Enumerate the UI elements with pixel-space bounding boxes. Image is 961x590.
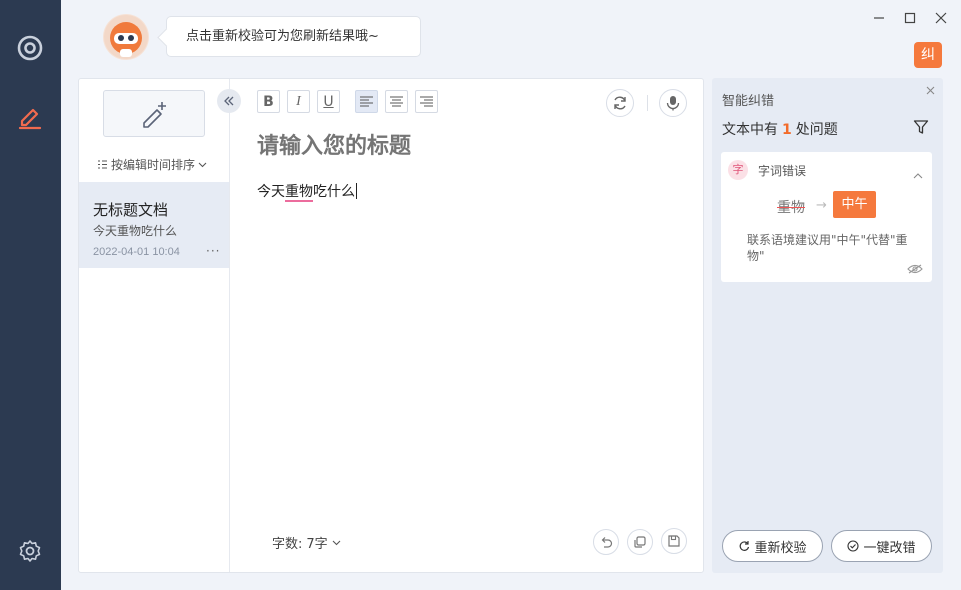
hide-icon[interactable] [907, 259, 923, 278]
refresh-icon [614, 96, 626, 110]
double-chevron-left-icon [224, 96, 234, 106]
undo-icon [601, 537, 613, 548]
body-text-after: 吃什么 [313, 184, 355, 200]
new-doc-button[interactable] [103, 90, 205, 137]
issue-count: 文本中有 1 处问题 [722, 119, 838, 139]
more-icon[interactable]: ··· [206, 244, 220, 258]
italic-button[interactable]: I [287, 90, 310, 113]
avatar[interactable] [103, 14, 149, 60]
editor-card: 按编辑时间排序 无标题文档 今天重物吃什么 2022-04-01 10:04 ·… [78, 78, 704, 573]
body-text-before: 今天 [257, 184, 285, 200]
toolbar-divider [647, 95, 648, 111]
suggestion-button[interactable]: 中午 [833, 191, 876, 218]
doc-snippet: 今天重物吃什么 [93, 224, 178, 238]
header: 点击重新校验可为您刷新结果哦~ 纠 [61, 0, 961, 78]
left-rail [0, 0, 61, 590]
refresh-button[interactable] [606, 89, 634, 117]
count-prefix: 文本中有 [722, 122, 778, 138]
error-explanation: 联系语境建议用"中午"代替"重物" [747, 233, 908, 263]
filter-icon[interactable] [913, 119, 931, 137]
recheck-label: 重新校验 [754, 540, 807, 556]
pen-icon[interactable] [14, 101, 46, 133]
align-right-button[interactable] [415, 90, 438, 113]
doc-time: 2022-04-01 10:04 [93, 246, 180, 258]
arrow-icon: → [816, 198, 827, 213]
target-icon[interactable] [14, 32, 46, 64]
close-icon[interactable] [932, 9, 950, 27]
count-number: 1 [782, 122, 792, 138]
text-caret [356, 183, 357, 199]
tip-bubble: 点击重新校验可为您刷新结果哦~ [166, 16, 421, 57]
error-type: 字词错误 [758, 164, 807, 178]
editor-body[interactable]: 今天重物吃什么 [257, 181, 357, 201]
count-suffix: 处问题 [795, 122, 838, 138]
list-item[interactable]: 无标题文档 今天重物吃什么 2022-04-01 10:04 ··· [79, 182, 229, 268]
sort-icon [98, 160, 107, 169]
undo-button[interactable] [593, 529, 619, 555]
copy-button[interactable] [627, 529, 653, 555]
align-right-icon [420, 96, 433, 107]
align-center-button[interactable] [385, 90, 408, 113]
original-word: 重物 [777, 200, 805, 216]
doc-title: 无标题文档 [93, 201, 169, 219]
align-left-icon [360, 96, 373, 107]
wordcount-label: 字数: [272, 537, 303, 552]
voice-button[interactable] [659, 89, 687, 117]
doc-list: 按编辑时间排序 无标题文档 今天重物吃什么 2022-04-01 10:04 ·… [79, 79, 230, 572]
gear-icon[interactable] [14, 535, 46, 567]
error-word[interactable]: 重物 [285, 184, 313, 200]
maximize-icon[interactable] [901, 9, 919, 27]
align-left-button[interactable] [355, 90, 378, 113]
underline-button[interactable]: U [317, 90, 340, 113]
fix-all-button[interactable]: 一键改错 [831, 530, 932, 562]
recheck-button[interactable]: 重新校验 [722, 530, 823, 562]
wordcount-value: 7字 [306, 537, 328, 552]
new-doc-icon [143, 101, 166, 128]
correction-panel: 智能纠错 文本中有 1 处问题 字 字词错误 重物 → 中午 联系语境建议用"中午"… [712, 78, 943, 573]
bold-button[interactable]: B [257, 90, 280, 113]
panel-title: 智能纠错 [722, 94, 775, 109]
copy-icon [634, 536, 646, 548]
title-input[interactable] [257, 133, 657, 159]
collapse-button[interactable] [217, 89, 241, 113]
save-button[interactable] [661, 528, 687, 554]
microphone-icon [666, 96, 680, 111]
panel-close-icon[interactable] [923, 83, 937, 97]
correction-badge[interactable]: 纠 [914, 42, 942, 68]
align-center-icon [390, 96, 403, 107]
chevron-down-icon [332, 540, 341, 546]
chevron-down-icon [198, 162, 207, 168]
word-count[interactable]: 字数: 7字 [272, 533, 341, 552]
fixall-label: 一键改错 [863, 540, 916, 556]
save-icon [668, 535, 680, 547]
sort-label: 按编辑时间排序 [111, 158, 196, 172]
error-type-icon: 字 [728, 160, 748, 180]
check-circle-icon [847, 540, 860, 552]
minimize-icon[interactable] [870, 9, 888, 27]
error-card[interactable]: 字 字词错误 重物 → 中午 联系语境建议用"中午"代替"重物" [721, 152, 932, 282]
sort-dropdown[interactable]: 按编辑时间排序 [97, 156, 207, 173]
chevron-up-icon[interactable] [913, 164, 923, 183]
refresh-icon [740, 541, 750, 551]
